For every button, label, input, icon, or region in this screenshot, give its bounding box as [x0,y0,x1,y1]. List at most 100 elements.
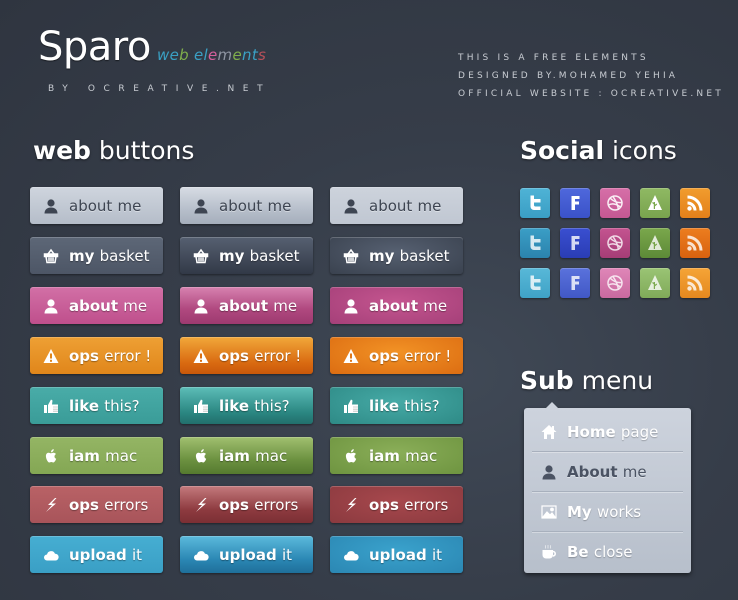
button-label-word-1: ops [69,495,99,514]
button-label-word-2: it [431,545,443,564]
sub-menu: Home page About me My works Be close [524,402,691,573]
button-label-word-2: mac [405,446,438,465]
button-label-word-1: about [69,196,113,215]
info-line-designer: DESIGNED BY.MOHAMED YEHIA [458,71,679,81]
dribbble-icon[interactable] [600,228,630,258]
grey-about-button[interactable]: about me [330,187,463,224]
slate-my-button[interactable]: my basket [30,237,163,274]
red-ops-button[interactable]: ops errors [180,486,313,523]
thumbs-up-icon [342,397,360,415]
button-label: my basket [369,247,449,265]
button-label: upload it [369,546,442,564]
warning-icon [342,347,360,365]
teal-like-button[interactable]: like this? [330,387,463,424]
submenu-item-my[interactable]: My works [532,492,683,532]
apple-icon [342,447,360,465]
button-label: like this? [69,397,140,415]
orange-ops-button[interactable]: ops error ! [330,337,463,374]
dribbble-icon[interactable] [600,188,630,218]
logo: Sparo [38,24,151,70]
submenu-item-home[interactable]: Home page [532,412,683,452]
submenu-label-word-1: Home [567,422,616,441]
slate-my-button[interactable]: my basket [330,237,463,274]
rss-icon[interactable] [680,268,710,298]
title-bold: Social [520,136,605,165]
image-icon [540,503,558,521]
twitter-icon[interactable] [520,228,550,258]
pink-about-button[interactable]: about me [30,287,163,324]
button-label: about me [219,297,297,315]
button-label-word-2: it [131,545,143,564]
green-iam-button[interactable]: iam mac [330,437,463,474]
user-icon [42,297,60,315]
button-label: about me [369,197,441,215]
button-label-word-2: errors [104,495,149,514]
button-label-word-1: like [369,396,400,415]
submenu-item-be[interactable]: Be close [532,532,683,572]
rss-icon[interactable] [680,188,710,218]
logo-subtitle-letter: e [169,46,180,64]
facebook-icon[interactable] [560,268,590,298]
orange-ops-button[interactable]: ops error ! [180,337,313,374]
button-label: iam mac [369,447,437,465]
title-light: icons [611,136,677,165]
button-label: upload it [219,546,292,564]
web-buttons-title: web buttons [33,136,194,165]
grey-about-button[interactable]: about me [30,187,163,224]
red-ops-button[interactable]: ops errors [30,486,163,523]
title-light: menu [581,366,654,395]
logo-subtitle-letter: s [258,46,267,64]
button-label: about me [69,297,147,315]
basket-icon [42,247,60,265]
social-icons-title: Social icons [520,136,677,165]
button-label-word-2: mac [105,446,138,465]
logo-subtitle-letter: e [208,46,218,64]
button-label-word-2: mac [255,446,288,465]
logo-subtitle-letter: e [194,46,204,64]
button-label-word-1: about [369,296,419,315]
green-iam-button[interactable]: iam mac [30,437,163,474]
submenu-item-about[interactable]: About me [532,452,683,492]
slate-my-button[interactable]: my basket [180,237,313,274]
blue-upload-button[interactable]: upload it [330,536,463,573]
teal-like-button[interactable]: like this? [180,387,313,424]
green-iam-button[interactable]: iam mac [180,437,313,474]
facebook-icon[interactable] [560,188,590,218]
forrst-icon[interactable] [640,188,670,218]
rss-icon[interactable] [680,228,710,258]
orange-ops-button[interactable]: ops error ! [30,337,163,374]
forrst-icon[interactable] [640,268,670,298]
button-label: upload it [69,546,142,564]
logo-subtitle-letter: b [179,46,189,64]
button-label-word-1: ops [369,495,399,514]
button-label-word-2: errors [404,495,449,514]
info-line-free: THIS IS A FREE ELEMENTS [458,53,649,63]
button-label-word-1: iam [369,446,400,465]
button-label-word-2: me [267,196,292,215]
button-label: my basket [69,247,149,265]
user-icon [192,297,210,315]
warning-icon [42,347,60,365]
pink-about-button[interactable]: about me [330,287,463,324]
logo-subtitle-letter: m [217,46,233,64]
teal-like-button[interactable]: like this? [30,387,163,424]
twitter-icon[interactable] [520,268,550,298]
pink-about-button[interactable]: about me [180,287,313,324]
warning-icon [192,347,210,365]
twitter-icon[interactable] [520,188,550,218]
blue-upload-button[interactable]: upload it [30,536,163,573]
button-label-word-2: basket [249,246,300,265]
button-label: ops errors [369,496,448,514]
user-icon [342,197,360,215]
button-label-word-1: ops [369,346,399,365]
grey-about-button[interactable]: about me [180,187,313,224]
info-line-website: OFFICIAL WEBSITE : OCREATIVE.NET [458,89,724,99]
facebook-icon[interactable] [560,228,590,258]
button-label-word-2: me [417,196,442,215]
red-ops-button[interactable]: ops errors [330,486,463,523]
blue-upload-button[interactable]: upload it [180,536,313,573]
dribbble-icon[interactable] [600,268,630,298]
basket-icon [192,247,210,265]
forrst-icon[interactable] [640,228,670,258]
button-label-word-1: iam [219,446,250,465]
